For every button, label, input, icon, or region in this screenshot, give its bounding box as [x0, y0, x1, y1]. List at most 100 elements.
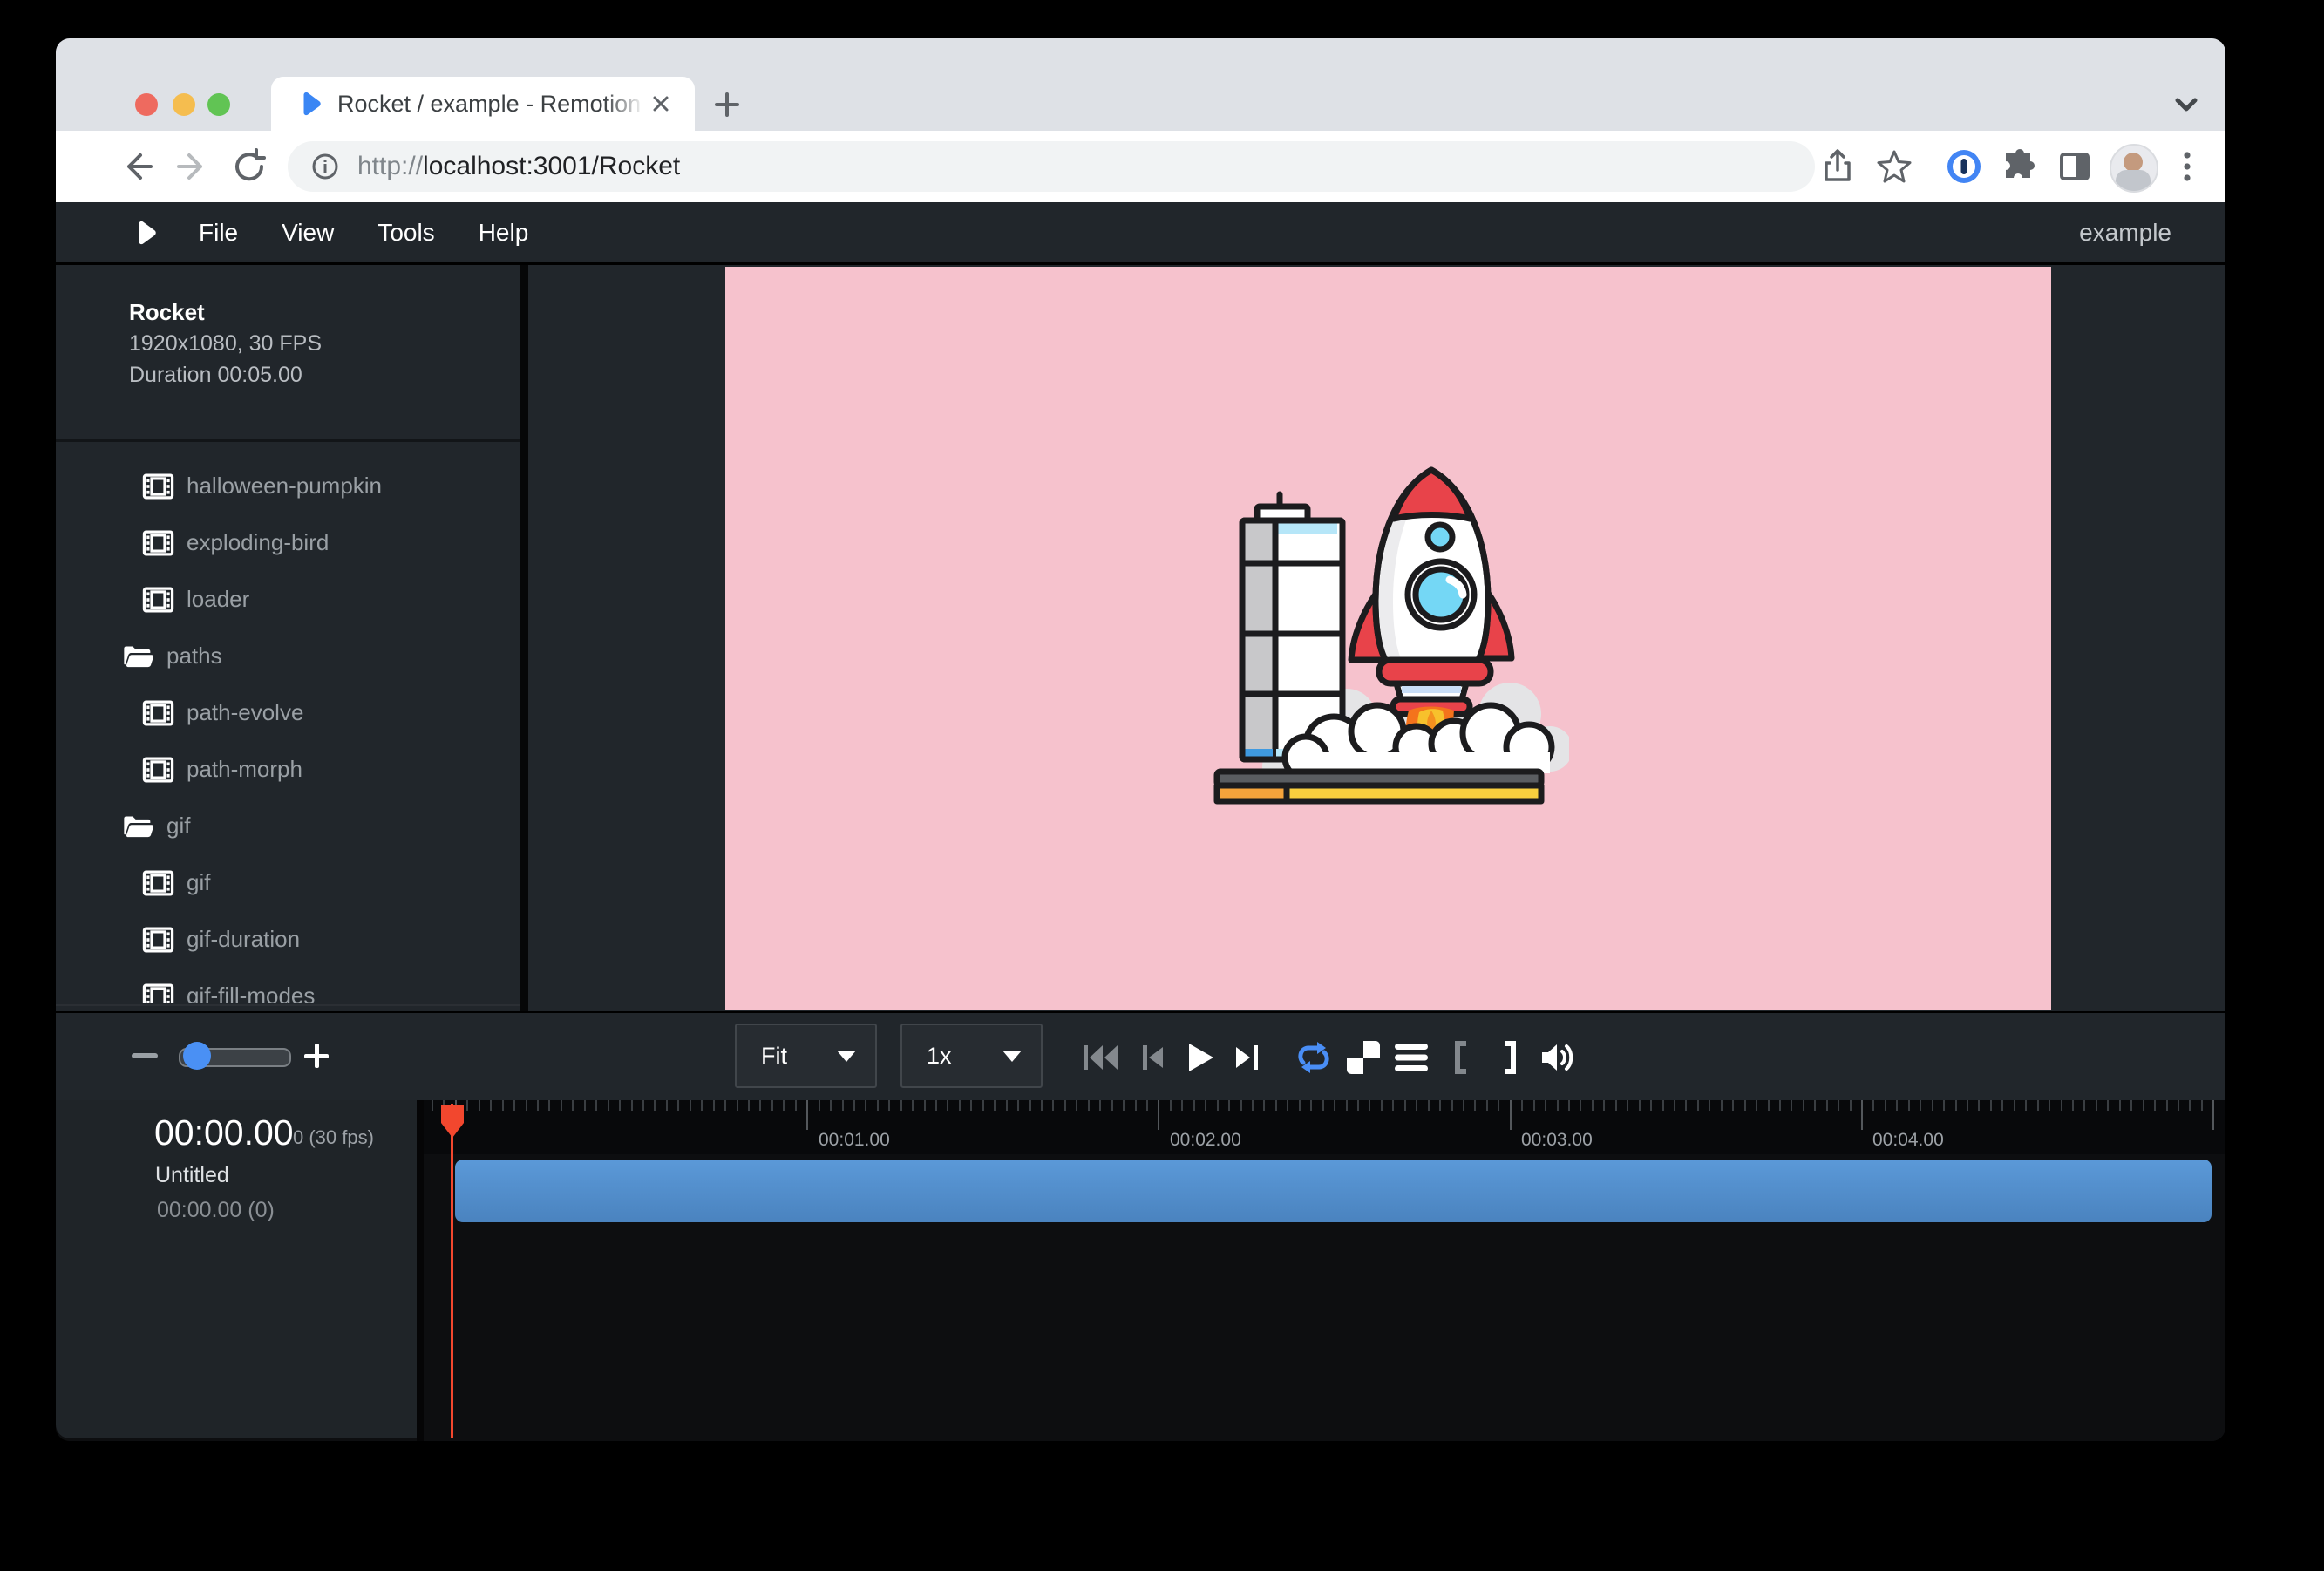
track-time-range: 00:00.00 (0)	[157, 1198, 275, 1223]
back-button[interactable]	[116, 146, 156, 187]
reload-button[interactable]	[229, 146, 269, 187]
menu-view[interactable]: View	[282, 219, 334, 247]
tab-title: Rocket / example - Remotion P	[337, 91, 644, 118]
set-in-point-button[interactable]	[1442, 1037, 1482, 1078]
share-button[interactable]	[1818, 146, 1858, 187]
set-out-point-button[interactable]	[1489, 1037, 1529, 1078]
volume-button[interactable]	[1538, 1037, 1578, 1078]
timeline-zoom-slider-knob[interactable]	[183, 1042, 211, 1070]
sidebar-item-label: paths	[166, 643, 222, 670]
preview-area	[528, 265, 2225, 1011]
menu-items: File View Tools Help	[199, 219, 528, 247]
avatar-body	[2116, 170, 2151, 193]
jump-to-start-button[interactable]	[1081, 1037, 1121, 1078]
url-text: http://localhost:3001/Rocket	[357, 152, 680, 181]
remotion-logo-icon[interactable]	[133, 220, 159, 246]
playhead-line	[451, 1104, 453, 1438]
zoom-window-button[interactable]	[207, 93, 230, 116]
playback-speed-value: 1x	[927, 1043, 952, 1070]
sidebar-item-gif-duration[interactable]: gif-duration	[56, 911, 520, 968]
remotion-favicon-icon	[297, 91, 323, 117]
play-button[interactable]	[1180, 1037, 1220, 1078]
sidebar-item-exploding-bird[interactable]: exploding-bird	[56, 514, 520, 571]
film-icon	[142, 927, 174, 953]
tab-search-chevron-icon[interactable]	[2169, 89, 2204, 120]
current-frame-info: 0 (30 fps)	[293, 1126, 374, 1149]
timeline: 00:00.00 0 (30 fps) Untitled 00:00.00 (0…	[56, 1100, 2225, 1441]
composition-resolution: 1920x1080, 30 FPS	[129, 328, 520, 359]
url-host: localhost:3001/Rocket	[423, 152, 680, 180]
browser-menu-kebab-icon[interactable]	[2167, 146, 2207, 187]
transparency-checkerboard-toggle[interactable]	[1343, 1037, 1383, 1078]
sidebar-bottom-separator	[56, 1004, 520, 1006]
timeline-info-panel: 00:00.00 0 (30 fps) Untitled 00:00.00 (0…	[56, 1100, 417, 1438]
track-name[interactable]: Untitled	[155, 1163, 229, 1188]
timeline-rows-toggle[interactable]	[1391, 1037, 1431, 1078]
timeline-track-bar[interactable]	[455, 1160, 2212, 1222]
ruler-label: 00:04.00	[1872, 1130, 1944, 1151]
forward-button[interactable]	[173, 146, 214, 187]
new-tab-button[interactable]	[711, 89, 743, 120]
browser-toolbar: http://localhost:3001/Rocket	[56, 131, 2225, 202]
chevron-down-icon	[837, 1051, 856, 1062]
open-folder-icon	[122, 813, 154, 840]
browser-tab[interactable]: Rocket / example - Remotion P	[271, 77, 695, 131]
screen: Rocket / example - Remotion P	[0, 0, 2324, 1571]
ruler-label: 00:03.00	[1521, 1130, 1593, 1151]
sidebar-item-label: gif	[187, 869, 210, 896]
film-icon	[142, 587, 174, 613]
profile-avatar[interactable]	[2110, 144, 2158, 193]
compositions-sidebar: Rocket 1920x1080, 30 FPS Duration 00:05.…	[56, 265, 520, 1011]
address-bar[interactable]: http://localhost:3001/Rocket	[288, 141, 1815, 192]
sidebar-item-loader[interactable]: loader	[56, 571, 520, 628]
remotion-menubar: File View Tools Help example	[56, 202, 2225, 265]
sidebar-folder-gif[interactable]: gif	[56, 798, 520, 854]
sidebar-item-path-evolve[interactable]: path-evolve	[56, 684, 520, 741]
tab-strip: Rocket / example - Remotion P	[56, 38, 2225, 131]
sidebar-item-halloween-pumpkin[interactable]: halloween-pumpkin	[56, 458, 520, 514]
sidebar-resize-handle[interactable]	[520, 265, 528, 1011]
minimize-window-button[interactable]	[173, 93, 195, 116]
chevron-down-icon	[1002, 1051, 1022, 1062]
close-window-button[interactable]	[135, 93, 158, 116]
sidebar-item-label: gif-duration	[187, 926, 300, 953]
menu-help[interactable]: Help	[479, 219, 529, 247]
open-folder-icon	[122, 643, 154, 670]
composition-canvas[interactable]	[725, 267, 2051, 1010]
sidebar-item-path-morph[interactable]: path-morph	[56, 741, 520, 798]
sidebar-item-label: path-evolve	[187, 699, 303, 726]
film-icon	[142, 530, 174, 556]
menu-tools[interactable]: Tools	[377, 219, 434, 247]
project-label: example	[2079, 219, 2171, 247]
film-icon	[142, 870, 174, 896]
playhead-handle[interactable]	[440, 1104, 465, 1139]
timeline-tracks-area[interactable]: 00:01.00 00:02.00 00:03.00 00:04.00	[424, 1100, 2225, 1441]
next-frame-button[interactable]	[1227, 1037, 1267, 1078]
close-tab-icon[interactable]	[646, 89, 676, 119]
composition-duration: Duration 00:05.00	[129, 359, 520, 391]
timeline-zoom-in-button[interactable]	[302, 1042, 330, 1070]
sidebar-folder-paths[interactable]: paths	[56, 628, 520, 684]
sidebar-item-label: halloween-pumpkin	[187, 473, 382, 500]
canvas-size-value: Fit	[761, 1043, 787, 1070]
extensions-puzzle-icon[interactable]	[2000, 146, 2040, 187]
menu-file[interactable]: File	[199, 219, 238, 247]
site-info-icon[interactable]	[310, 152, 340, 181]
composition-list: halloween-pumpkin exploding-bird loader …	[56, 442, 520, 1003]
sidebar-item-label: gif-fill-modes	[187, 983, 315, 1003]
timeline-panel-divider	[417, 1100, 424, 1441]
sidebar-item-gif-fill-modes[interactable]: gif-fill-modes	[56, 968, 520, 1003]
sidebar-item-gif[interactable]: gif	[56, 854, 520, 911]
side-panel-icon[interactable]	[2055, 146, 2095, 187]
timeline-ruler[interactable]: 00:01.00 00:02.00 00:03.00 00:04.00	[424, 1100, 2225, 1154]
onepassword-extension-icon[interactable]	[1944, 146, 1984, 187]
avatar-head	[2124, 153, 2143, 172]
timeline-zoom-out-button[interactable]	[132, 1053, 158, 1058]
playback-controls-bar: Fit 1x	[56, 1011, 2225, 1100]
bookmark-star-button[interactable]	[1874, 146, 1914, 187]
sidebar-item-label: gif	[166, 813, 190, 840]
loop-toggle-button[interactable]	[1294, 1037, 1334, 1078]
previous-frame-button[interactable]	[1133, 1037, 1173, 1078]
playback-speed-dropdown[interactable]: 1x	[900, 1024, 1043, 1088]
canvas-size-dropdown[interactable]: Fit	[735, 1024, 877, 1088]
